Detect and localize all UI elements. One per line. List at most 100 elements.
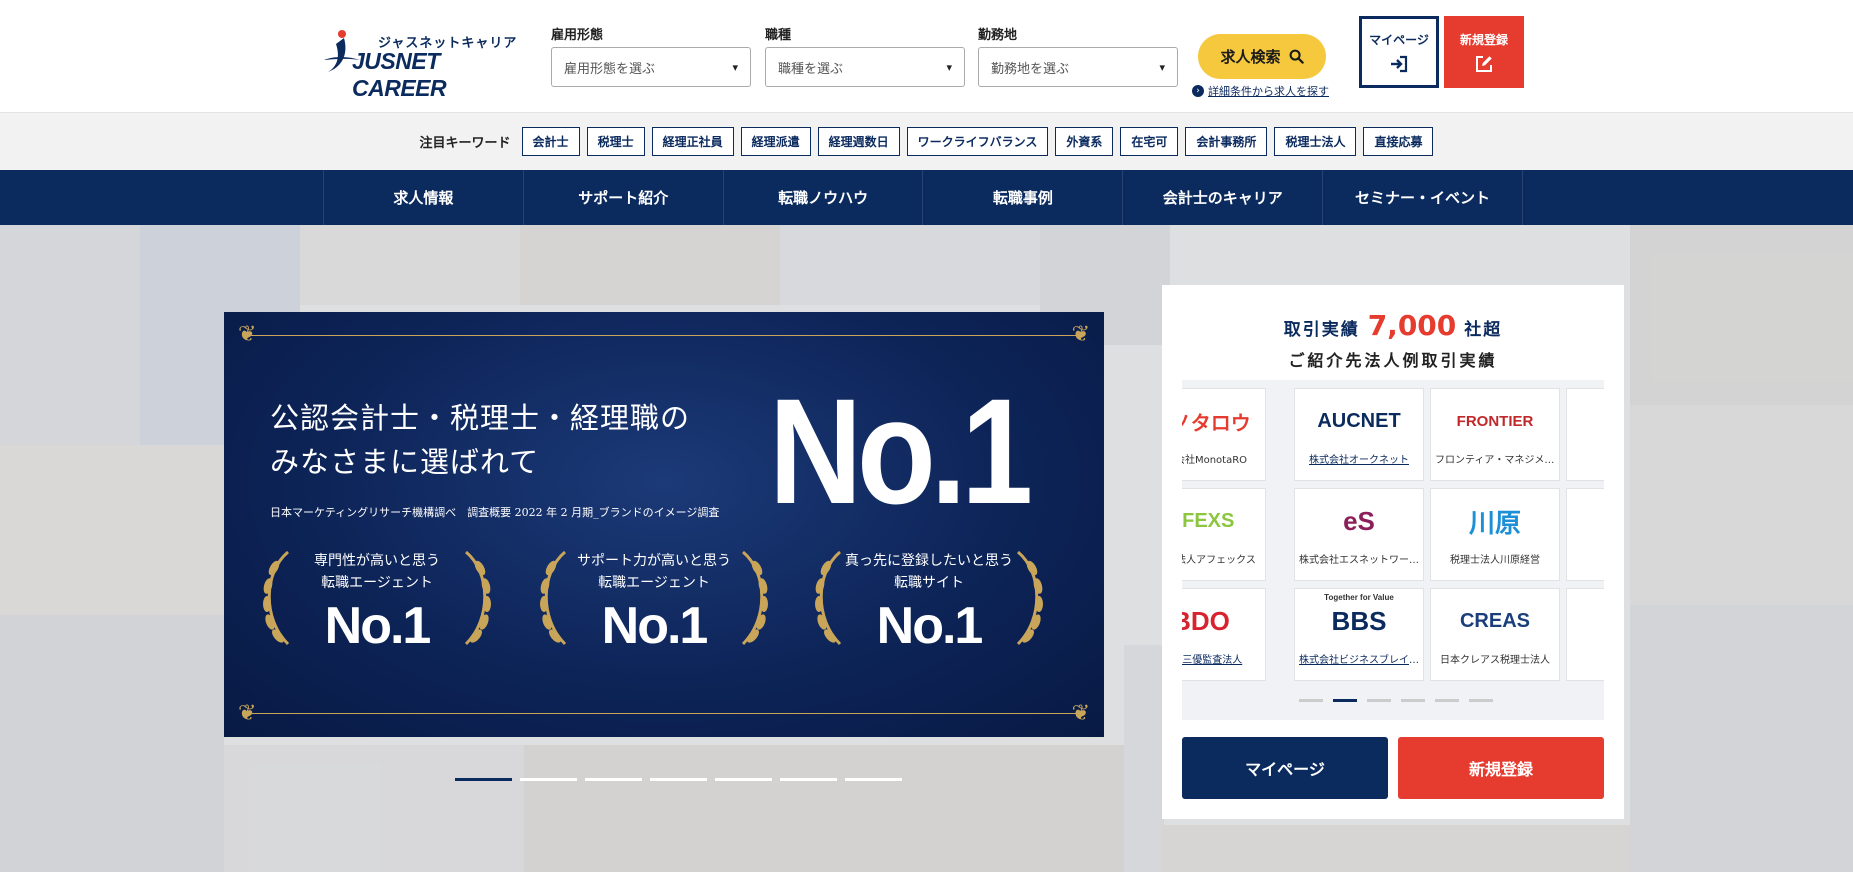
carousel-dot[interactable] bbox=[715, 778, 772, 781]
logo-carousel-dot[interactable] bbox=[1435, 699, 1459, 702]
logo-carousel-dot[interactable] bbox=[1299, 699, 1323, 702]
nav-item-jobs[interactable]: 求人情報 bbox=[323, 170, 523, 225]
job-search-button[interactable]: 求人検索 bbox=[1198, 34, 1326, 79]
logo-carousel-dot[interactable] bbox=[1401, 699, 1425, 702]
carousel-dot[interactable] bbox=[455, 778, 512, 781]
carousel-dot[interactable] bbox=[520, 778, 577, 781]
client-logo-name: 税理士法人川原経営 bbox=[1450, 555, 1540, 566]
keyword-tag[interactable]: 経理週数日 bbox=[817, 127, 900, 156]
client-logo-name[interactable]: 税 bbox=[1571, 651, 1604, 666]
client-logo-card[interactable]: AUCNET 株式会社オークネット bbox=[1294, 388, 1424, 481]
client-logo-card[interactable]: BDO BDO三優監査法人 bbox=[1182, 588, 1266, 681]
client-logo-name[interactable]: 株式会社オークネット bbox=[1299, 451, 1419, 466]
client-logo-name: 税理士法人アフェックス bbox=[1182, 555, 1256, 566]
ornament-icon: ❦ bbox=[238, 322, 257, 347]
keyword-tag[interactable]: 税理士 bbox=[586, 127, 645, 156]
client-logo-card[interactable]: A税 bbox=[1566, 588, 1604, 681]
nav-item-seminars[interactable]: セミナー・イベント bbox=[1322, 170, 1523, 225]
ornament-icon: ❦ bbox=[1071, 701, 1090, 726]
keyword-tag[interactable]: 会計事務所 bbox=[1185, 127, 1268, 156]
client-logo-mark: FRONTIER bbox=[1456, 412, 1534, 430]
chevron-down-icon: ▾ bbox=[732, 60, 738, 74]
keyword-tag[interactable]: 税理士法人 bbox=[1274, 127, 1357, 156]
main-nav: 求人情報 サポート紹介 転職ノウハウ 転職事例 会計士のキャリア セミナー・イベ… bbox=[0, 170, 1853, 225]
card-register-button[interactable]: 新規登録 bbox=[1398, 737, 1604, 799]
header-mypage-button[interactable]: マイページ bbox=[1359, 16, 1439, 88]
site-header: ジャスネットキャリア JUSNET CAREER 雇用形態 雇用形態を選ぶ ▾ … bbox=[0, 0, 1853, 113]
logo-carousel-dots bbox=[1299, 699, 1493, 702]
advanced-search-link[interactable]: › 詳細条件から求人を探す bbox=[1192, 83, 1329, 99]
carousel-dot[interactable] bbox=[585, 778, 642, 781]
banner-bottom-rule bbox=[246, 713, 1082, 714]
logo-english-text: JUSNET CAREER bbox=[352, 48, 447, 101]
banner-big-no1: No.1 bbox=[769, 367, 1033, 535]
client-logo-mark: BBS Together for Value bbox=[1295, 593, 1423, 639]
client-logo-name: 汐 bbox=[1571, 551, 1604, 566]
client-card-title-suffix: 社超 bbox=[1464, 320, 1503, 340]
award-support: サポート力が高いと思う 転職エージェント No.1 bbox=[529, 544, 779, 654]
chevron-down-icon: ▾ bbox=[1159, 60, 1165, 74]
award-banner[interactable]: ❦ ❦ ❦ ❦ 公認会計士・税理士・経理職の みなさまに選ばれて No.1 日本… bbox=[224, 312, 1104, 737]
client-logo-mark: AUCNET bbox=[1317, 409, 1401, 432]
carousel-dots bbox=[455, 778, 902, 781]
occupation-label: 職種 bbox=[765, 28, 792, 43]
logo-carousel-dot[interactable] bbox=[1333, 699, 1357, 702]
keyword-tag[interactable]: 経理派遣 bbox=[740, 127, 811, 156]
card-mypage-button[interactable]: マイページ bbox=[1182, 737, 1388, 799]
client-card-title-prefix: 取引実績 bbox=[1283, 320, 1360, 340]
employment-filter: 雇用形態 雇用形態を選ぶ ▾ bbox=[551, 24, 751, 87]
award-line2: 転職エージェント bbox=[321, 575, 433, 591]
carousel-dot[interactable] bbox=[780, 778, 837, 781]
award-first-choice: 真っ先に登録したいと思う 転職サイト No.1 bbox=[804, 544, 1054, 654]
nav-item-knowhow[interactable]: 転職ノウハウ bbox=[722, 170, 923, 225]
keyword-tag[interactable]: 経理正社員 bbox=[651, 127, 734, 156]
client-logo-name: 株式会社MonotaRO bbox=[1182, 455, 1248, 466]
ornament-icon: ❦ bbox=[238, 701, 257, 726]
award-expertise: 専門性が高いと思う 転職エージェント No.1 bbox=[252, 544, 502, 654]
keyword-bar: 注目キーワード 会計士 税理士 経理正社員 経理派遣 経理週数日 ワークライフバ… bbox=[0, 113, 1853, 170]
nav-item-cases[interactable]: 転職事例 bbox=[922, 170, 1122, 225]
client-logo-card: CREAS 日本クレアス税理士法人 bbox=[1430, 588, 1560, 681]
carousel-dot[interactable] bbox=[845, 778, 902, 781]
client-logo-name[interactable]: BDO三優監査法人 bbox=[1182, 651, 1261, 666]
client-logo-card[interactable]: BBSTogether for Value 株式会社ビジネスブレイン太田昭和 bbox=[1294, 588, 1424, 681]
award-line1: 専門性が高いと思う bbox=[314, 553, 440, 569]
client-logo-name[interactable]: 株式会社ビジネスブレイン太田昭和 bbox=[1299, 651, 1419, 666]
keyword-tag[interactable]: ワークライフバランス bbox=[906, 127, 1049, 156]
client-logo-card: AFEXS 税理士法人アフェックス bbox=[1182, 488, 1266, 581]
site-logo[interactable]: ジャスネットキャリア JUSNET CAREER bbox=[322, 26, 527, 101]
nav-item-cpa-career[interactable]: 会計士のキャリア bbox=[1122, 170, 1322, 225]
bbs-tagline: Together for Value bbox=[1324, 593, 1394, 602]
client-card-title: 取引実績 7,000 社超 bbox=[1162, 309, 1624, 342]
header-register-button[interactable]: 新規登録 bbox=[1444, 16, 1524, 88]
client-logo-mark: 川原 bbox=[1468, 507, 1521, 538]
award-text: サポート力が高いと思う 転職エージェント bbox=[529, 550, 779, 594]
header-register-label: 新規登録 bbox=[1459, 32, 1508, 47]
logo-carousel-dot[interactable] bbox=[1469, 699, 1493, 702]
nav-item-support[interactable]: サポート紹介 bbox=[522, 170, 723, 225]
client-count: 7,000 bbox=[1367, 309, 1457, 342]
keyword-tag[interactable]: 直接応募 bbox=[1363, 127, 1434, 156]
keyword-tag[interactable]: 会計士 bbox=[521, 127, 580, 156]
header-mypage-label: マイページ bbox=[1369, 32, 1429, 47]
award-rank: No.1 bbox=[876, 597, 984, 655]
employment-select[interactable]: 雇用形態を選ぶ ▾ bbox=[551, 47, 751, 87]
location-label: 勤務地 bbox=[978, 28, 1018, 43]
occupation-select[interactable]: 職種を選ぶ ▾ bbox=[765, 47, 965, 87]
keyword-tag[interactable]: 外資系 bbox=[1055, 127, 1114, 156]
client-logo-name: フロンティア・マネジメント株式会社 bbox=[1435, 455, 1555, 466]
location-select[interactable]: 勤務地を選ぶ ▾ bbox=[978, 47, 1178, 87]
award-line2: 転職エージェント bbox=[598, 575, 710, 591]
banner-top-rule bbox=[246, 335, 1082, 336]
client-logo-mark bbox=[1567, 503, 1604, 539]
employment-select-value: 雇用形態を選ぶ bbox=[564, 61, 656, 77]
client-card: 取引実績 7,000 社超 ご紹介先法人例取引実績 モノタロウ株式会社Monot… bbox=[1162, 285, 1624, 819]
carousel-dot[interactable] bbox=[650, 778, 707, 781]
edit-icon bbox=[1476, 55, 1492, 72]
client-logo-card: 汐 bbox=[1566, 488, 1604, 581]
ornament-icon: ❦ bbox=[1071, 322, 1090, 347]
keyword-tag[interactable]: 在宅可 bbox=[1120, 127, 1179, 156]
award-text: 専門性が高いと思う 転職エージェント bbox=[252, 550, 502, 594]
logo-carousel-dot[interactable] bbox=[1367, 699, 1391, 702]
occupation-filter: 職種 職種を選ぶ ▾ bbox=[765, 24, 965, 87]
